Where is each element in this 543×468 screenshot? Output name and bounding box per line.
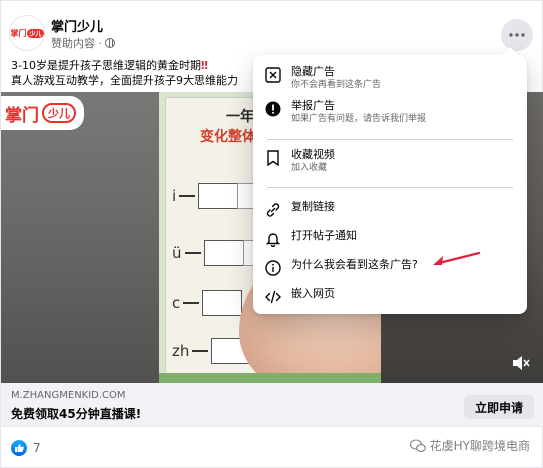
cta-button[interactable]: 立即申请: [464, 395, 534, 419]
link-icon: [263, 200, 283, 220]
avatar-brand-text: 掌门: [10, 28, 27, 38]
bell-icon: [263, 229, 283, 249]
grass-strip: [159, 373, 381, 383]
post-text-line-1: 3-10岁是提升孩子思维逻辑的黄金时期‼: [11, 58, 251, 73]
brand-badge-main: 掌门: [5, 105, 39, 126]
menu-item-label: 嵌入网页: [291, 287, 335, 300]
pinyin-label: c: [172, 294, 181, 312]
menu-item-sub: 加入收藏: [291, 163, 328, 173]
post-text-line-1-body: 3-10岁是提升孩子思维逻辑的黄金时期: [11, 59, 201, 72]
info-icon: [263, 258, 283, 278]
menu-item-label: 为什么我会看到这条广告?: [291, 258, 418, 271]
post-text: 3-10岁是提升孩子思维逻辑的黄金时期‼ 真人游戏互动教学，全面提升孩子9大思维…: [11, 58, 251, 88]
menu-item-label: 举报广告: [291, 99, 335, 112]
avatar-brand-pill: 少儿: [27, 28, 44, 38]
post-text-line-2: 真人游戏互动教学，全面提升孩子9大思维能力: [11, 74, 238, 87]
more-dots-icon: [509, 33, 525, 37]
link-preview[interactable]: M.ZHANGMENKID.COM 免费领取45分钟直播课! 立即申请: [1, 383, 543, 427]
menu-item-copy-link[interactable]: 复制链接: [261, 200, 519, 220]
like-icon: [11, 440, 27, 456]
ad-post-card: 掌门 少儿 掌门少儿 赞助内容 · 3-10岁是提升孩子思维逻辑的黄金时期‼ 真…: [0, 0, 543, 468]
link-title: 免费领取45分钟直播课!: [11, 407, 142, 421]
avatar[interactable]: 掌门 少儿: [9, 15, 45, 51]
report-icon: [263, 99, 283, 119]
annotation-arrow-icon: [433, 251, 481, 265]
bookmark-icon: [263, 148, 283, 168]
brand-badge: 掌门 少儿: [1, 96, 84, 130]
post-header: 掌门 少儿 掌门少儿 赞助内容 ·: [7, 13, 537, 53]
menu-item-report-ad[interactable]: 举报广告 如果广告有问题，请告诉我们举报: [261, 99, 519, 125]
menu-item-embed[interactable]: 嵌入网页: [261, 287, 519, 307]
menu-item-hide-ad[interactable]: 隐藏广告 你不会再看到这条广告: [261, 65, 519, 91]
pinyin-label: ü: [172, 244, 182, 262]
embed-icon: [263, 287, 283, 307]
menu-item-sub: 你不会再看到这条广告: [291, 80, 382, 90]
reactions-bar[interactable]: 7: [11, 440, 41, 456]
mute-icon[interactable]: [512, 355, 530, 371]
brand-badge-pill: 少儿: [42, 103, 76, 123]
menu-item-label: 隐藏广告: [291, 65, 335, 78]
board-subtitle: 变化整体: [200, 129, 256, 145]
menu-item-label: 复制链接: [291, 200, 335, 213]
ad-options-menu: 隐藏广告 你不会再看到这条广告 举报广告 如果广告有问题，请告诉我们举报 收藏视…: [253, 46, 527, 314]
link-domain: M.ZHANGMENKID.COM: [11, 390, 126, 401]
menu-divider: [267, 187, 513, 188]
pinyin-label: i: [172, 187, 177, 205]
sponsored-label: 赞助内容 ·: [51, 35, 115, 51]
more-options-button[interactable]: [501, 19, 533, 51]
menu-divider: [267, 139, 513, 140]
sponsored-text: 赞助内容 ·: [51, 37, 102, 50]
menu-item-label: 打开帖子通知: [291, 229, 357, 242]
globe-icon: [105, 38, 115, 48]
menu-item-notifications[interactable]: 打开帖子通知: [261, 229, 519, 249]
menu-item-label: 收藏视频: [291, 148, 335, 161]
page-name-link[interactable]: 掌门少儿: [51, 16, 103, 35]
watermark: 花虞HY聊跨境电商: [409, 437, 530, 454]
pinyin-label: zh: [172, 342, 190, 360]
hide-icon: [263, 65, 283, 85]
pinyin-row: c: [172, 290, 243, 316]
watermark-text: 花虞HY聊跨境电商: [429, 439, 530, 453]
menu-item-save-video[interactable]: 收藏视频 加入收藏: [261, 148, 519, 174]
menu-item-sub: 如果广告有问题，请告诉我们举报: [291, 114, 427, 124]
reaction-count: 7: [33, 441, 41, 455]
double-exclamation-icon: ‼: [200, 59, 208, 72]
video-blur-left: [1, 92, 159, 383]
wechat-icon: [409, 438, 426, 452]
brand-logo: 掌门 少儿: [10, 28, 44, 39]
